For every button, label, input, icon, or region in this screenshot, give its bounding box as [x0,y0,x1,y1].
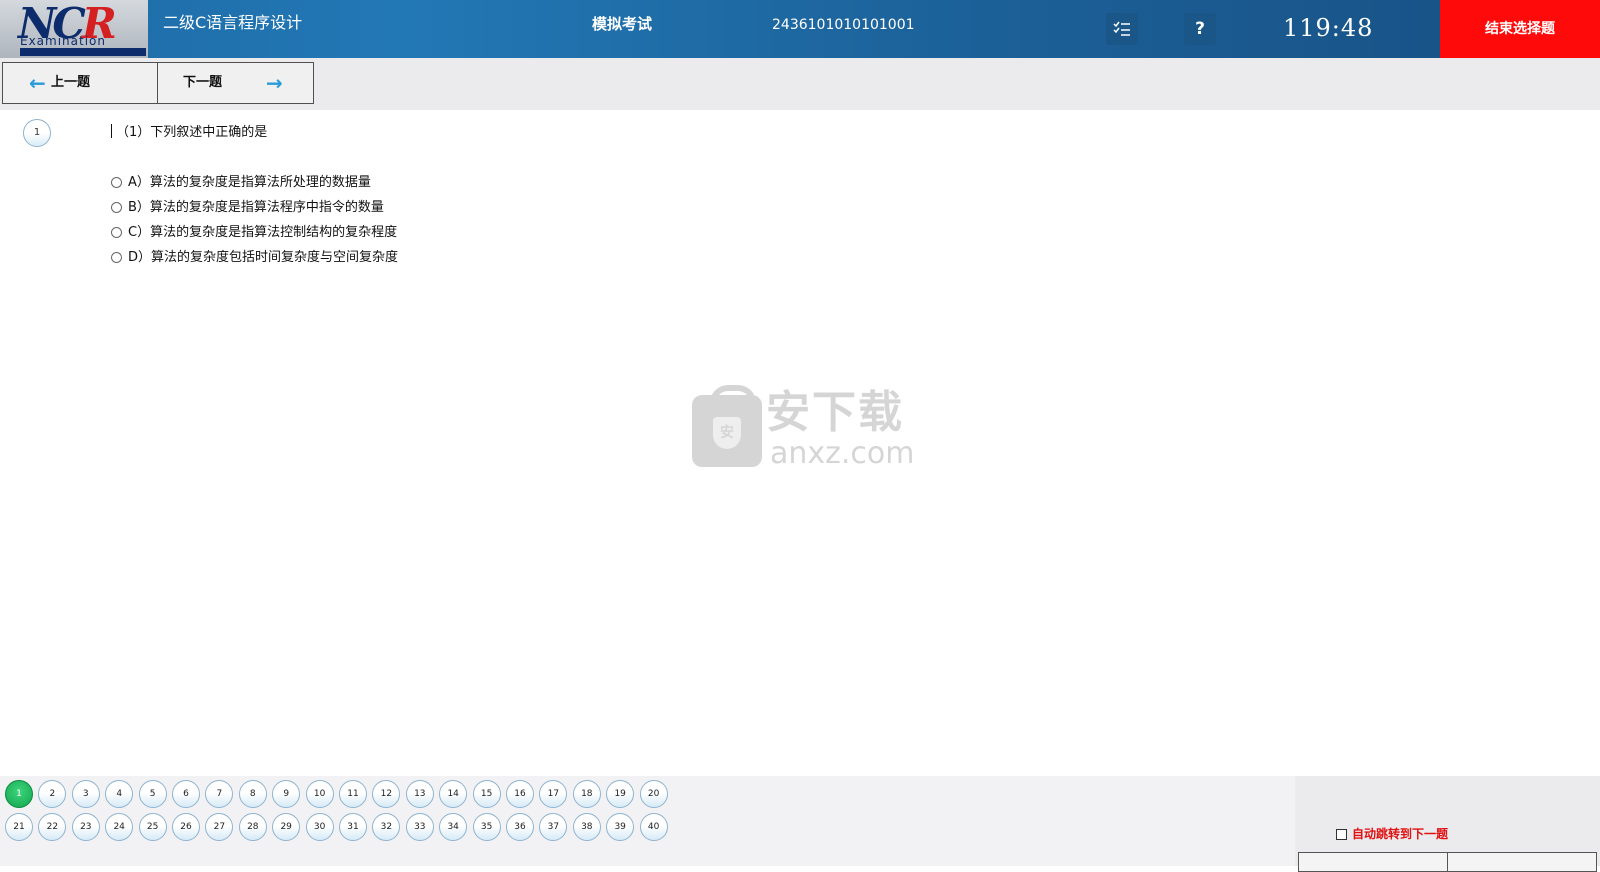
question-jump-37[interactable]: 37 [539,813,568,841]
next-question-button[interactable]: 下一题 → [157,62,314,104]
question-jump-21[interactable]: 21 [5,813,33,841]
countdown-timer: 119:48 [1283,14,1374,42]
question-jump-18[interactable]: 18 [572,780,601,808]
arrow-left-icon: ← [29,71,46,95]
next-question-label: 下一题 [183,75,223,90]
list-check-icon [1113,21,1130,36]
help-button[interactable]: ? [1184,13,1216,45]
top-header: NCR Examination 二级C语言程序设计 模拟考试 243610101… [0,0,1600,58]
option-d-label: D）算法的复杂度包括时间复杂度与空间复杂度 [128,249,399,265]
prev-question-label: 上一题 [51,75,91,90]
mode-title: 模拟考试 [592,15,653,33]
question-jump-26[interactable]: 26 [172,813,200,841]
watermark-cn: 安下载 [766,387,904,438]
question-jump-29[interactable]: 29 [272,813,301,841]
question-jump-15[interactable]: 15 [472,780,501,808]
question-jump-24[interactable]: 24 [105,813,134,841]
footer-button-left[interactable] [1298,852,1448,872]
question-jump-33[interactable]: 33 [405,813,434,841]
prev-question-button[interactable]: ← 上一题 [2,62,159,104]
question-jump-22[interactable]: 22 [38,813,67,841]
question-nav-bar: ← 上一题 下一题 → [0,58,1600,110]
question-jump-5[interactable]: 5 [138,780,167,808]
question-jump-13[interactable]: 13 [405,780,434,808]
question-jump-16[interactable]: 16 [506,780,534,808]
auto-jump-label: 自动跳转到下一题 [1352,827,1449,841]
question-jump-25[interactable]: 25 [138,813,167,841]
question-jump-1[interactable]: 1 [5,780,33,808]
question-jump-9[interactable]: 9 [272,780,301,808]
ncre-logo: NCR Examination [0,0,148,58]
question-jump-17[interactable]: 17 [539,780,568,808]
site-watermark: 安 安下载 anxz.com [692,385,915,475]
option-b[interactable]: B）算法的复杂度是指算法程序中指令的数量 [111,195,398,220]
auto-jump-toggle[interactable]: 自动跳转到下一题 [1336,826,1448,842]
question-number-badge: 1 [23,119,51,147]
option-c-radio[interactable] [111,227,122,238]
question-jump-14[interactable]: 14 [439,780,468,808]
question-jump-30[interactable]: 30 [305,813,334,841]
question-jump-27[interactable]: 27 [205,813,234,841]
question-jump-39[interactable]: 39 [606,813,635,841]
question-jump-28[interactable]: 28 [238,813,267,841]
option-a-label: A）算法的复杂度是指算法所处理的数据量 [128,174,371,190]
question-jump-10[interactable]: 10 [305,780,334,808]
question-jump-19[interactable]: 19 [606,780,635,808]
option-b-label: B）算法的复杂度是指算法程序中指令的数量 [128,199,384,215]
question-jump-2[interactable]: 2 [38,780,67,808]
question-jump-31[interactable]: 31 [339,813,367,841]
option-c-label: C）算法的复杂度是指算法控制结构的复杂程度 [128,224,398,240]
question-jump-35[interactable]: 35 [472,813,501,841]
watermark-bag-icon: 安 [692,385,762,467]
question-jump-38[interactable]: 38 [572,813,601,841]
option-b-radio[interactable] [111,202,122,213]
question-jump-32[interactable]: 32 [372,813,401,841]
question-jump-40[interactable]: 40 [639,813,668,841]
text-cursor [111,124,112,138]
question-jump-12[interactable]: 12 [372,780,401,808]
option-d-radio[interactable] [111,252,122,263]
footer-button-right[interactable] [1447,852,1597,872]
question-jump-7[interactable]: 7 [205,780,234,808]
option-a-radio[interactable] [111,177,122,188]
question-text: （1）下列叙述中正确的是 [111,123,267,143]
question-jump-6[interactable]: 6 [172,780,200,808]
option-c[interactable]: C）算法的复杂度是指算法控制结构的复杂程度 [111,220,398,245]
bottom-panel: 1 2 3 4 5 6 7 8 9 10 11 12 13 14 15 16 17 18 19 20 21 22 23 24 2… [0,776,1600,872]
exam-id: 2436101010101001 [772,17,915,33]
question-jump-8[interactable]: 8 [238,780,267,808]
app-title: 二级C语言程序设计 [163,13,303,32]
auto-jump-checkbox[interactable] [1336,828,1347,840]
question-jump-36[interactable]: 36 [506,813,534,841]
question-grid: 1 2 3 4 5 6 7 8 9 10 11 12 13 14 15 16 17 18 19 20 21 22 23 24 2… [0,776,1295,866]
question-jump-34[interactable]: 34 [439,813,468,841]
question-jump-4[interactable]: 4 [105,780,134,808]
logo-bar [20,48,146,56]
question-jump-3[interactable]: 3 [71,780,100,808]
arrow-right-icon: → [266,71,283,95]
question-jump-23[interactable]: 23 [71,813,100,841]
question-list-button[interactable] [1106,13,1138,45]
option-a[interactable]: A）算法的复杂度是指算法所处理的数据量 [111,170,398,195]
logo-sub: Examination [20,34,107,48]
watermark-en: anxz.com [770,436,915,471]
question-stem: （1）下列叙述中正确的是 [116,125,268,140]
question-jump-11[interactable]: 11 [339,780,367,808]
end-choice-section-button[interactable]: 结束选择题 [1440,0,1600,58]
option-d[interactable]: D）算法的复杂度包括时间复杂度与空间复杂度 [111,245,398,270]
watermark-shield-icon: 安 [713,417,741,449]
question-jump-20[interactable]: 20 [639,780,668,808]
answer-options: A）算法的复杂度是指算法所处理的数据量 B）算法的复杂度是指算法程序中指令的数量… [111,170,398,270]
